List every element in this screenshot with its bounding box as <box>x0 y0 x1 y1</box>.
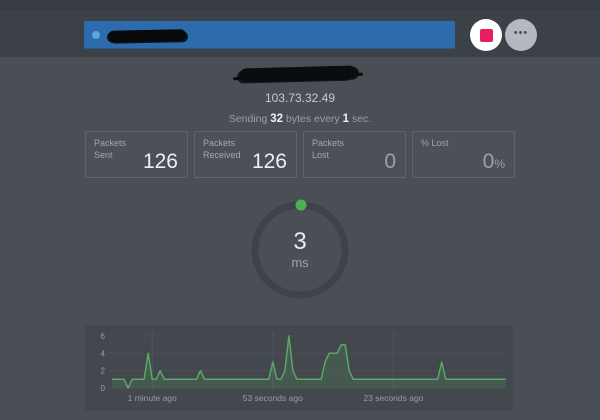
status-dot-icon <box>92 31 100 39</box>
stat-value: 126 <box>251 150 287 173</box>
stat-card-percent-lost: % Lost 0% <box>412 131 515 178</box>
ellipsis-icon: ••• <box>513 26 529 39</box>
stop-button[interactable] <box>470 19 502 51</box>
latency-history-chart: 1 minute ago 53 seconds ago 23 seconds ago… <box>101 331 506 403</box>
latency-unit: ms <box>291 255 309 270</box>
latency-chart-panel: 1 minute ago 53 seconds ago 23 seconds ago… <box>85 325 513 411</box>
stop-icon <box>479 28 493 42</box>
interval-value: 1 <box>342 113 350 125</box>
sending-mid: bytes every <box>285 113 340 125</box>
sending-prefix: Sending <box>228 113 268 125</box>
stat-card-packets-sent: Packets Sent 126 <box>85 131 188 178</box>
gauge-marker-dot <box>295 199 307 211</box>
svg-text:2: 2 <box>101 367 106 376</box>
sending-summary: Sending 32 bytes every 1 sec. <box>0 113 600 125</box>
toolbar: ••• <box>0 10 600 57</box>
window-top-strip <box>0 0 600 10</box>
latency-value: 3 <box>293 228 307 255</box>
redacted-address-text <box>107 28 187 42</box>
stat-label: Packets Received <box>203 138 241 160</box>
sending-suffix: sec. <box>351 113 372 125</box>
target-address-input[interactable] <box>84 21 455 49</box>
stat-card-packets-lost: Packets Lost 0 <box>303 131 406 178</box>
svg-text:6: 6 <box>101 332 106 341</box>
stat-value: 0% <box>482 150 505 173</box>
svg-text:23 seconds ago: 23 seconds ago <box>363 393 423 403</box>
stats-row: Packets Sent 126 Packets Received 126 Pack… <box>85 131 515 178</box>
stat-card-packets-received: Packets Received 126 <box>194 131 297 178</box>
svg-text:53 seconds ago: 53 seconds ago <box>243 393 303 403</box>
stat-value: 126 <box>142 150 178 173</box>
host-header: 103.73.32.49 Sending 32 bytes every 1 se… <box>0 57 600 125</box>
stat-label: Packets Sent <box>94 138 127 160</box>
redacted-hostname <box>0 65 600 89</box>
stat-label: % Lost <box>421 138 449 148</box>
stat-value: 0 <box>384 150 396 173</box>
stat-label: Packets Lost <box>312 138 345 160</box>
svg-text:4: 4 <box>101 349 106 358</box>
svg-text:1 minute ago: 1 minute ago <box>128 393 177 403</box>
bytes-value: 32 <box>270 113 284 125</box>
more-options-button[interactable]: ••• <box>505 19 537 51</box>
latency-gauge: 3 ms <box>240 192 360 312</box>
svg-text:0: 0 <box>101 384 106 393</box>
ip-address: 103.73.32.49 <box>264 91 336 105</box>
